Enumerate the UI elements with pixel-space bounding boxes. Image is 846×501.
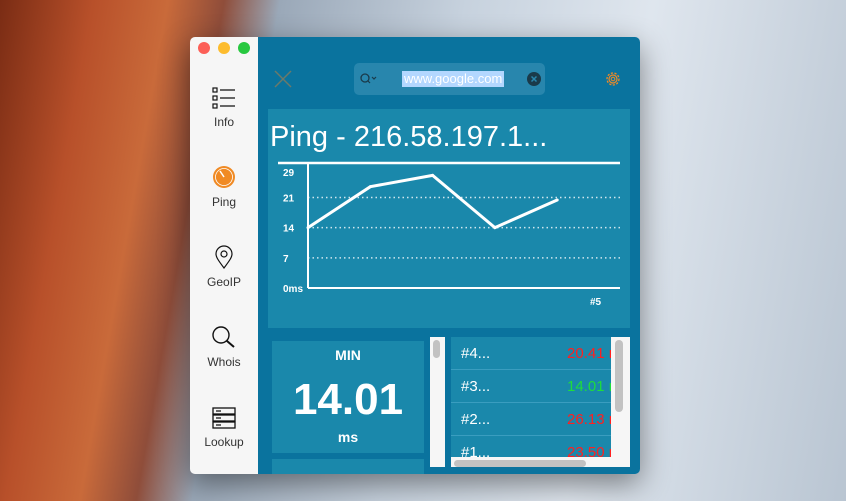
- stopwatch-icon: [213, 166, 235, 188]
- close-window-button[interactable]: [198, 42, 210, 54]
- min-label: MIN: [335, 347, 361, 363]
- data-point: [431, 173, 435, 177]
- y-tick-label: 7: [283, 254, 289, 265]
- y-tick-label: 29: [283, 168, 295, 179]
- result-row[interactable]: #4... 20.41 ms: [451, 337, 611, 370]
- main-pane: www.google.com Ping - 216.58.197.1... 29…: [258, 37, 640, 474]
- data-point: [306, 226, 310, 230]
- magnifier-icon: [212, 326, 235, 348]
- minimize-window-button[interactable]: [218, 42, 230, 54]
- min-value: 14.01: [292, 375, 404, 424]
- result-row[interactable]: #3... 14.01 ms: [451, 370, 611, 403]
- sidebar-item-ping[interactable]: Ping: [190, 165, 258, 209]
- y-tick-label: 0ms: [283, 284, 303, 295]
- ping-chart: 29 21 14 7 0ms #5: [278, 161, 620, 308]
- result-value: 23.50 ms: [567, 444, 611, 457]
- map-pin-icon: [215, 245, 233, 269]
- y-tick-label: 21: [283, 193, 295, 204]
- app-window: Info Ping GeoIP Whois Lookup www.google.…: [190, 37, 640, 474]
- min-unit: ms: [337, 429, 359, 445]
- list-hscroll-thumb[interactable]: [454, 460, 586, 467]
- sidebar-item-lookup[interactable]: Lookup: [190, 407, 258, 449]
- data-point: [368, 185, 372, 189]
- sidebar-item-info[interactable]: Info: [190, 87, 258, 129]
- y-tick-label: 14: [283, 224, 295, 235]
- next-card: [272, 459, 424, 474]
- list-icon: [212, 87, 235, 109]
- x-axis-label: #5: [590, 297, 602, 308]
- min-card: MIN 14.01 ms: [272, 341, 424, 453]
- sidebar-item-label: GeoIP: [206, 275, 242, 289]
- sidebar-item-label: Whois: [207, 355, 241, 369]
- result-value: 14.01 ms: [567, 378, 611, 395]
- result-label: #4...: [461, 345, 491, 362]
- sidebar-item-whois[interactable]: Whois: [190, 325, 258, 369]
- sidebar-item-label: Info: [213, 115, 234, 129]
- sidebar-item-geoip[interactable]: GeoIP: [190, 245, 258, 289]
- result-row[interactable]: #1... 23.50 ms: [451, 436, 611, 457]
- zoom-window-button[interactable]: [238, 42, 250, 54]
- result-value: 26.13 ms: [567, 411, 611, 428]
- result-row[interactable]: #2... 26.13 ms: [451, 403, 611, 436]
- result-label: #1...: [461, 444, 491, 457]
- sidebar-item-label: Lookup: [204, 435, 244, 449]
- data-point: [555, 198, 559, 202]
- vertical-scrollbar[interactable]: [430, 337, 445, 467]
- result-value: 20.41 ms: [567, 345, 611, 362]
- results-list: #4...20.41 ms#3...14.01 ms#2...26.13 ms#…: [451, 337, 630, 467]
- result-label: #2...: [461, 411, 491, 428]
- sidebar: Info Ping GeoIP Whois Lookup: [190, 37, 258, 474]
- data-point: [493, 226, 497, 230]
- server-icon: [212, 407, 236, 429]
- list-vscroll-thumb[interactable]: [615, 340, 623, 412]
- sidebar-item-label: Ping: [211, 195, 237, 209]
- result-label: #3...: [461, 378, 491, 395]
- ping-series-line: [307, 173, 558, 230]
